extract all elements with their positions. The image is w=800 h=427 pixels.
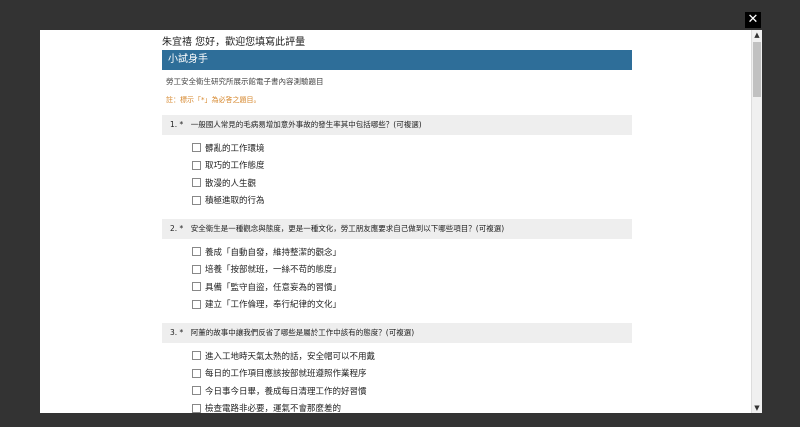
option-checkbox[interactable] — [192, 351, 201, 361]
option-list: 髒亂的工作環境 取巧的工作態度 散漫的人生觀 積極進取的行為 — [162, 139, 632, 209]
option-label: 散漫的人生觀 — [205, 178, 257, 189]
option-label: 建立「工作倫理，奉行紀律的文化」 — [205, 300, 342, 311]
option-label: 每日的工作項目應該按部就班遵照作業程序 — [205, 369, 367, 380]
option-label: 養成「自動自發，維持整潔的觀念」 — [205, 247, 342, 258]
option-checkbox[interactable] — [192, 195, 201, 205]
option-label: 具備「監守自盜，任意妄為的習慣」 — [205, 282, 342, 293]
option-label: 進入工地時天氣太熱的話，安全帽可以不用戴 — [205, 351, 376, 362]
option-checkbox[interactable] — [192, 160, 201, 170]
scrollbar-thumb[interactable] — [753, 42, 761, 97]
option-label: 檢查電路非必要，運氣不會那麼差的 — [205, 404, 342, 413]
option-row[interactable]: 建立「工作倫理，奉行紀律的文化」 — [192, 296, 632, 314]
required-note: 註：標示「*」為必答之題目。 — [166, 96, 261, 104]
option-checkbox[interactable] — [192, 143, 201, 153]
survey-content: 朱宜禧 您好，歡迎您填寫此評量 小試身手 勞工安全衛生研究所展示館電子書內容測驗… — [162, 30, 632, 413]
question-label: 1. * 一般國人常見的毛病易增加意外事故的發生率其中包括哪些？(可複選) — [162, 115, 632, 135]
option-checkbox[interactable] — [192, 386, 201, 396]
option-row[interactable]: 進入工地時天氣太熱的話，安全帽可以不用戴 — [192, 347, 632, 365]
option-checkbox[interactable] — [192, 264, 201, 274]
scroll-up-arrow-icon[interactable]: ▲ — [752, 30, 762, 40]
question-label: 3. * 阿董的故事中讓我們反省了哪些是屬於工作中該有的態度？(可複選) — [162, 323, 632, 343]
question-block: 3. * 阿董的故事中讓我們反省了哪些是屬於工作中該有的態度？(可複選) 進入工地… — [162, 323, 632, 413]
option-row[interactable]: 具備「監守自盜，任意妄為的習慣」 — [192, 278, 632, 296]
option-checkbox[interactable] — [192, 299, 201, 309]
option-row[interactable]: 每日的工作項目應該按部就班遵照作業程序 — [192, 365, 632, 383]
option-list: 進入工地時天氣太熱的話，安全帽可以不用戴 每日的工作項目應該按部就班遵照作業程序今… — [162, 347, 632, 413]
greeting-text: 朱宜禧 您好，歡迎您填寫此評量 — [162, 37, 306, 48]
option-label: 今日事今日畢，養成每日清理工作的好習慣 — [205, 386, 367, 397]
page-title: 小試身手 — [162, 50, 632, 70]
option-row[interactable]: 散漫的人生觀 — [192, 174, 632, 192]
question-block: 1. * 一般國人常見的毛病易增加意外事故的發生率其中包括哪些？(可複選) 髒亂的… — [162, 115, 632, 209]
option-list: 養成「自動自發，維持整潔的觀念」 培養「按部就班，一絲不苟的態度」 具備「監守自盜，… — [162, 243, 632, 313]
scrollbar[interactable]: ▲ ▼ — [751, 30, 762, 413]
question-label: 2. * 安全衛生是一種觀念與態度，更是一種文化，勞工朋友應要求自己做到以下哪些… — [162, 219, 632, 239]
close-button[interactable]: ✕ — [745, 12, 761, 28]
option-row[interactable]: 培養「按部就班，一絲不苟的態度」 — [192, 261, 632, 279]
option-row[interactable]: 取巧的工作態度 — [192, 157, 632, 175]
option-checkbox[interactable] — [192, 282, 201, 292]
question-block: 2. * 安全衛生是一種觀念與態度，更是一種文化，勞工朋友應要求自己做到以下哪些… — [162, 219, 632, 313]
option-row[interactable]: 檢查電路非必要，運氣不會那麼差的 — [192, 400, 632, 413]
option-label: 髒亂的工作環境 — [205, 143, 265, 154]
option-label: 積極進取的行為 — [205, 196, 265, 207]
option-label: 取巧的工作態度 — [205, 161, 265, 172]
option-row[interactable]: 積極進取的行為 — [192, 192, 632, 210]
option-checkbox[interactable] — [192, 403, 201, 413]
scroll-down-arrow-icon[interactable]: ▼ — [752, 403, 762, 413]
option-checkbox[interactable] — [192, 178, 201, 188]
option-checkbox[interactable] — [192, 368, 201, 378]
option-checkbox[interactable] — [192, 247, 201, 257]
option-label: 培養「按部就班，一絲不苟的態度」 — [205, 265, 342, 276]
option-row[interactable]: 養成「自動自發，維持整潔的觀念」 — [192, 243, 632, 261]
question-list: 1. * 一般國人常見的毛病易增加意外事故的發生率其中包括哪些？(可複選) 髒亂的… — [162, 115, 632, 413]
survey-modal: 朱宜禧 您好，歡迎您填寫此評量 小試身手 勞工安全衛生研究所展示館電子書內容測驗… — [40, 30, 762, 413]
option-row[interactable]: 髒亂的工作環境 — [192, 139, 632, 157]
option-row[interactable]: 今日事今日畢，養成每日清理工作的好習慣 — [192, 382, 632, 400]
survey-subtitle: 勞工安全衛生研究所展示館電子書內容測驗題目 — [166, 77, 324, 86]
